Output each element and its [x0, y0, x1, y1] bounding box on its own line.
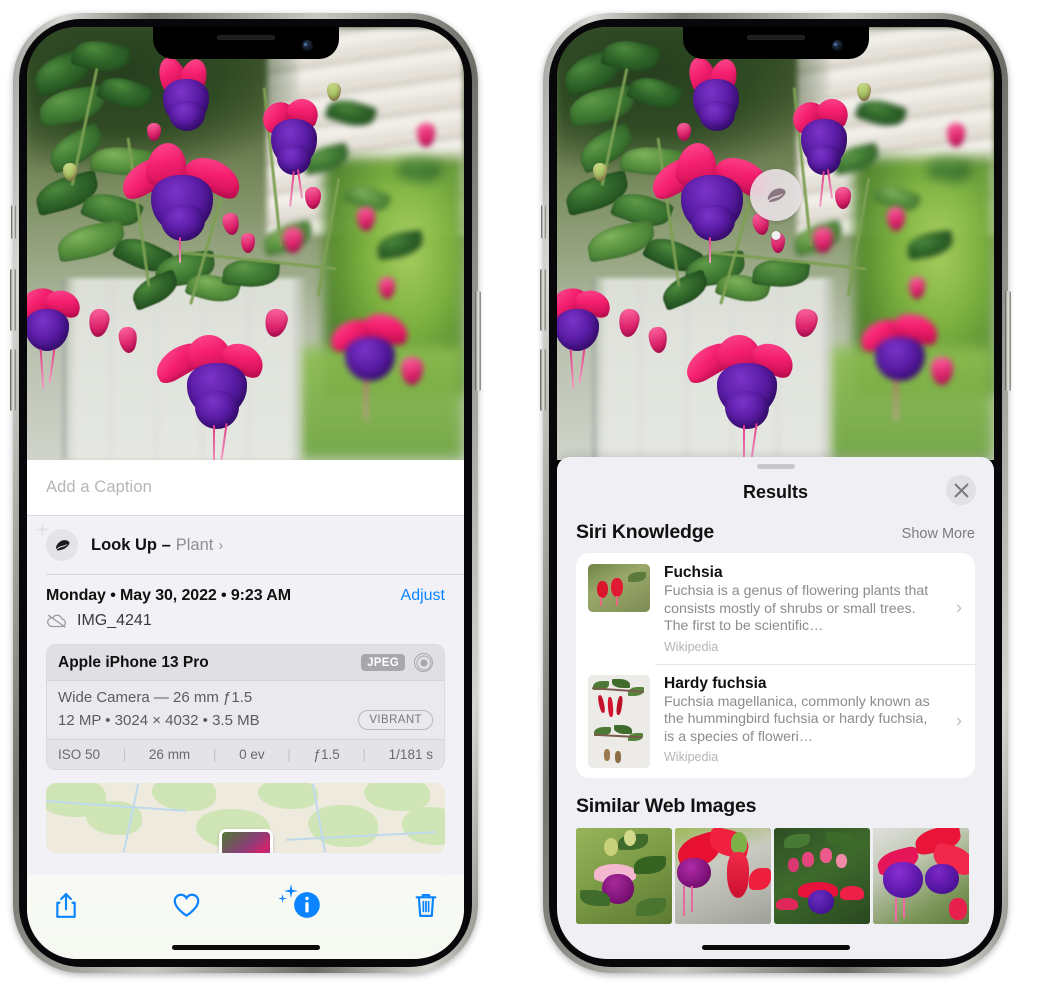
similar-web-images-title: Similar Web Images — [576, 794, 757, 817]
earpiece-speaker — [746, 35, 805, 40]
volume-down-button[interactable] — [540, 349, 546, 411]
chevron-right-icon: › — [218, 536, 224, 554]
photographic-style-badge: VIBRANT — [358, 710, 433, 730]
exif-separator: | — [212, 747, 217, 762]
photo-metadata: Monday • May 30, 2022 • 9:23 AM Adjust I… — [27, 574, 464, 630]
sparkle-small-icon — [35, 522, 50, 537]
exif-header: Apple iPhone 13 Pro JPEG — [47, 645, 444, 681]
siri-knowledge-title: Siri Knowledge — [576, 521, 715, 543]
phone-screen-right: Results Siri Knowledge Show More Fuchsia… — [557, 27, 994, 959]
location-map[interactable] — [46, 783, 445, 853]
power-button[interactable] — [1005, 291, 1011, 391]
resolution-filesize: 12 MP • 3024 × 4032 • 3.5 MB — [58, 711, 260, 729]
volume-up-button[interactable] — [10, 269, 16, 331]
exif-iso: ISO 50 — [58, 747, 101, 762]
info-sparkle-icon[interactable] — [278, 884, 321, 924]
similar-web-images-header: Similar Web Images — [557, 778, 994, 825]
close-icon — [954, 483, 968, 497]
icloud-slash-icon — [47, 614, 67, 628]
exif-body: Wide Camera — 26 mm ƒ1.5 12 MP • 3024 × … — [47, 681, 444, 739]
format-badge: JPEG — [361, 654, 405, 671]
knowledge-thumbnail — [588, 674, 650, 768]
adjust-button[interactable]: Adjust — [401, 587, 445, 605]
caption-row[interactable]: Add a Caption — [27, 460, 464, 516]
knowledge-item-description: Fuchsia is a genus of flowering plants t… — [664, 583, 929, 634]
volume-up-button[interactable] — [540, 269, 546, 331]
results-header: Results — [557, 469, 994, 515]
exif-shutter: 1/181 s — [388, 747, 433, 762]
exif-separator: | — [122, 747, 127, 762]
visual-look-up-anchor-dot — [771, 231, 781, 240]
knowledge-list-item[interactable]: Hardy fuchsia Fuchsia magellanica, commo… — [576, 663, 975, 778]
volume-down-button[interactable] — [10, 349, 16, 411]
sparkle-accent-small-icon — [278, 894, 288, 903]
heart-icon[interactable] — [172, 891, 201, 919]
earpiece-speaker — [216, 35, 275, 40]
results-sheet: Results Siri Knowledge Show More Fuchsia… — [557, 457, 994, 959]
knowledge-list-item[interactable]: Fuchsia Fuchsia is a genus of flowering … — [576, 553, 975, 664]
close-button[interactable] — [946, 475, 976, 505]
mute-switch-button[interactable] — [541, 205, 546, 239]
photo-viewer[interactable] — [557, 27, 994, 460]
home-indicator[interactable] — [701, 945, 850, 950]
display-notch — [682, 27, 869, 59]
share-icon[interactable] — [53, 891, 79, 921]
knowledge-item-title: Hardy fuchsia — [664, 674, 767, 692]
map-photo-thumbnail — [218, 829, 273, 853]
similar-web-images-strip[interactable] — [557, 827, 994, 924]
exif-settings-row: ISO 50 | 26 mm | 0 ev | ƒ1.5 | 1/181 s — [47, 739, 444, 769]
power-button[interactable] — [475, 291, 481, 391]
chevron-right-icon: › — [956, 597, 962, 618]
siri-knowledge-card: Fuchsia Fuchsia is a genus of flowering … — [576, 553, 975, 778]
visual-look-up-badge[interactable] — [750, 169, 802, 240]
photo-filename: IMG_4241 — [77, 612, 152, 629]
caption-input-placeholder[interactable]: Add a Caption — [46, 478, 152, 497]
show-more-button[interactable]: Show More — [902, 526, 975, 542]
look-up-subject: Plant — [175, 535, 214, 554]
siri-knowledge-header: Siri Knowledge Show More — [557, 515, 994, 553]
phone-screen-left: Add a Caption Look Up – Plant › Monday •… — [27, 27, 464, 959]
camera-device-name: Apple iPhone 13 Pro — [58, 653, 209, 671]
photo-datetime: Monday • May 30, 2022 • 9:23 AM — [46, 587, 291, 604]
look-up-row[interactable]: Look Up – Plant › — [27, 516, 464, 574]
knowledge-item-source: Wikipedia — [664, 639, 719, 654]
chevron-right-icon: › — [956, 710, 962, 730]
exif-aperture: ƒ1.5 — [313, 747, 340, 762]
photo-viewer[interactable] — [27, 27, 464, 460]
knowledge-thumbnail — [588, 564, 650, 612]
exif-focal: 26 mm — [148, 747, 191, 762]
exif-separator: | — [287, 747, 291, 762]
mute-switch-button[interactable] — [11, 205, 16, 239]
knowledge-item-source: Wikipedia — [664, 750, 719, 764]
knowledge-item-description: Fuchsia magellanica, commonly known as t… — [664, 693, 930, 745]
results-title: Results — [742, 481, 809, 502]
look-up-title: Look Up – — [91, 535, 171, 554]
raw-circle-icon — [414, 653, 433, 672]
knowledge-item-title: Fuchsia — [664, 564, 723, 581]
leaf-icon — [55, 539, 69, 550]
front-camera — [301, 40, 313, 51]
front-camera — [831, 40, 843, 51]
iphone-left: Add a Caption Look Up – Plant › Monday •… — [10, 13, 481, 973]
leaf-badge — [35, 522, 78, 561]
trash-icon[interactable] — [414, 891, 438, 920]
home-indicator[interactable] — [171, 945, 320, 950]
web-image-tile[interactable] — [774, 827, 870, 924]
iphone-right: Results Siri Knowledge Show More Fuchsia… — [540, 13, 1011, 973]
photo-info-sheet: Add a Caption Look Up – Plant › Monday •… — [27, 460, 464, 959]
web-image-tile[interactable] — [873, 827, 969, 924]
lens-info: Wide Camera — 26 mm ƒ1.5 — [58, 689, 253, 706]
screenshot-canvas: Add a Caption Look Up – Plant › Monday •… — [0, 0, 1055, 985]
exif-exposure-bias: 0 ev — [239, 747, 265, 762]
web-image-tile[interactable] — [576, 827, 672, 924]
visual-look-up-button[interactable] — [750, 169, 802, 221]
web-image-tile[interactable] — [675, 827, 771, 924]
exif-separator: | — [362, 747, 366, 762]
exif-card[interactable]: Apple iPhone 13 Pro JPEG Wide Camera — 2… — [46, 644, 445, 770]
display-notch — [152, 27, 339, 59]
leaf-icon — [767, 187, 786, 202]
